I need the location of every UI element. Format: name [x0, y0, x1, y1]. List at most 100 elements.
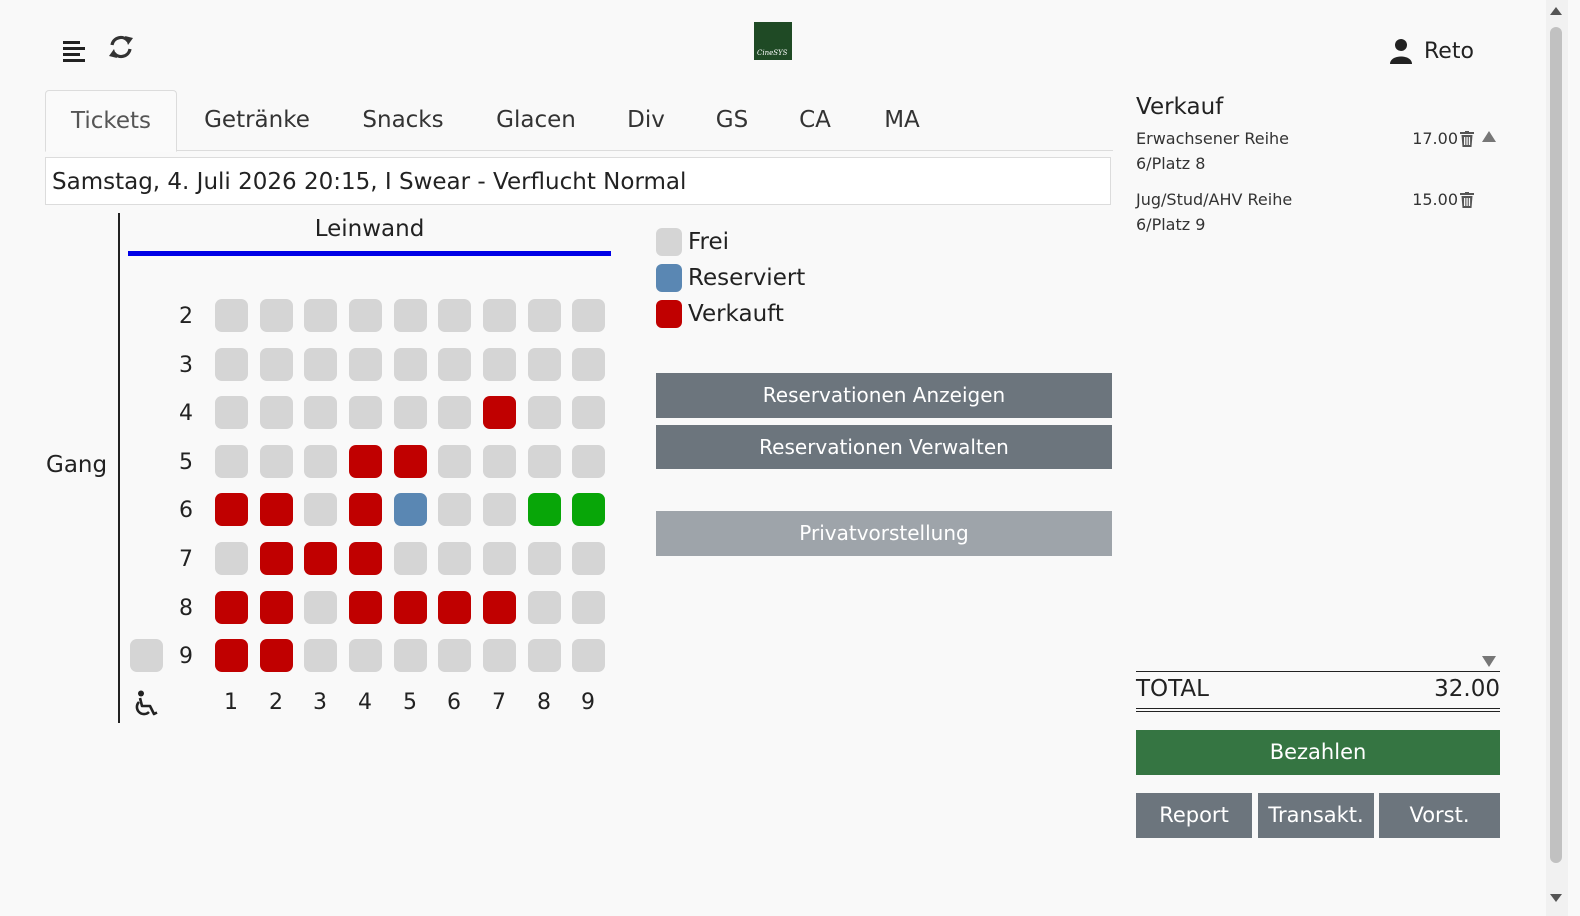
seat-free[interactable] [438, 445, 471, 478]
seat-free[interactable] [394, 348, 427, 381]
seat-free[interactable] [349, 348, 382, 381]
seat-free[interactable] [438, 493, 471, 526]
tab-div[interactable]: Div [617, 90, 675, 150]
scrollbar-thumb[interactable] [1550, 27, 1562, 863]
seat-free[interactable] [394, 639, 427, 672]
seat-free[interactable] [438, 639, 471, 672]
seat-free[interactable] [260, 396, 293, 429]
seat-free[interactable] [572, 396, 605, 429]
seat-free[interactable] [394, 396, 427, 429]
seat-free[interactable] [394, 542, 427, 575]
seat-free[interactable] [572, 591, 605, 624]
seat-reserved[interactable] [394, 493, 427, 526]
seat-sold[interactable] [394, 445, 427, 478]
seat-free[interactable] [304, 445, 337, 478]
shows-button[interactable]: Vorst. [1379, 793, 1500, 838]
pay-button[interactable]: Bezahlen [1136, 730, 1500, 775]
seat-free[interactable] [572, 639, 605, 672]
total-underline [1136, 711, 1500, 712]
seat-sold[interactable] [349, 542, 382, 575]
seat-free[interactable] [304, 299, 337, 332]
show-selector[interactable]: Samstag, 4. Juli 2026 20:15, I Swear - V… [45, 157, 1111, 205]
seat-sold[interactable] [215, 493, 248, 526]
seat-selected[interactable] [572, 493, 605, 526]
scrollbar-down-arrow-icon[interactable] [1549, 893, 1563, 903]
seat-free[interactable] [572, 299, 605, 332]
seat-free[interactable] [438, 542, 471, 575]
seat-free[interactable] [572, 445, 605, 478]
report-button[interactable]: Report [1136, 793, 1252, 838]
seat-free[interactable] [483, 542, 516, 575]
seat-free[interactable] [483, 445, 516, 478]
tab-tickets[interactable]: Tickets [45, 90, 177, 152]
seat-free[interactable] [215, 299, 248, 332]
user-menu[interactable]: Reto [1390, 34, 1474, 68]
seat-sold[interactable] [483, 591, 516, 624]
tab-ca[interactable]: CA [787, 90, 843, 150]
seat-sold[interactable] [215, 591, 248, 624]
seat-sold[interactable] [483, 396, 516, 429]
seat-free[interactable] [260, 299, 293, 332]
tab-gs[interactable]: GS [705, 90, 759, 150]
seat-free[interactable] [528, 445, 561, 478]
seat-free[interactable] [528, 639, 561, 672]
seat-free[interactable] [349, 299, 382, 332]
seat-free[interactable] [215, 542, 248, 575]
tab-getraenke[interactable]: Getränke [195, 90, 319, 150]
seat-free[interactable] [304, 493, 337, 526]
wheelchair-seat[interactable] [130, 639, 163, 672]
seat-free[interactable] [215, 396, 248, 429]
tab-glacen[interactable]: Glacen [485, 90, 587, 150]
seat-free[interactable] [572, 542, 605, 575]
seat-sold[interactable] [349, 445, 382, 478]
seat-free[interactable] [528, 348, 561, 381]
seat-free[interactable] [483, 493, 516, 526]
seat-sold[interactable] [215, 639, 248, 672]
seat-free[interactable] [483, 639, 516, 672]
seat-sold[interactable] [260, 639, 293, 672]
seat-free[interactable] [260, 348, 293, 381]
show-reservations-button[interactable]: Reservationen Anzeigen [656, 373, 1112, 418]
seat-free[interactable] [528, 542, 561, 575]
seat-free[interactable] [394, 299, 427, 332]
seat-sold[interactable] [349, 493, 382, 526]
tab-ma[interactable]: MA [873, 90, 931, 150]
scrollbar-up-arrow-icon[interactable] [1549, 6, 1563, 16]
tab-snacks[interactable]: Snacks [345, 90, 461, 150]
seat-free[interactable] [215, 348, 248, 381]
seat-free[interactable] [215, 445, 248, 478]
seat-sold[interactable] [260, 542, 293, 575]
seat-free[interactable] [260, 445, 293, 478]
private-show-button[interactable]: Privatvorstellung [656, 511, 1112, 556]
seat-free[interactable] [349, 396, 382, 429]
trash-icon[interactable] [1460, 131, 1474, 147]
scroll-up-icon[interactable] [1482, 131, 1496, 143]
seat-sold[interactable] [304, 542, 337, 575]
seat-selected[interactable] [528, 493, 561, 526]
manage-reservations-button[interactable]: Reservationen Verwalten [656, 425, 1112, 469]
seat-free[interactable] [572, 348, 605, 381]
seat-sold[interactable] [260, 591, 293, 624]
transactions-button[interactable]: Transakt. [1258, 793, 1374, 838]
seat-free[interactable] [304, 591, 337, 624]
seat-free[interactable] [438, 348, 471, 381]
seat-free[interactable] [528, 396, 561, 429]
seat-free[interactable] [483, 299, 516, 332]
seat-sold[interactable] [260, 493, 293, 526]
refresh-icon[interactable] [106, 32, 136, 62]
menu-icon[interactable] [60, 34, 88, 64]
scroll-down-icon[interactable] [1482, 655, 1496, 667]
seat-free[interactable] [438, 396, 471, 429]
seat-free[interactable] [483, 348, 516, 381]
seat-free[interactable] [304, 639, 337, 672]
seat-free[interactable] [438, 299, 471, 332]
seat-free[interactable] [528, 591, 561, 624]
seat-free[interactable] [349, 639, 382, 672]
seat-sold[interactable] [349, 591, 382, 624]
seat-free[interactable] [528, 299, 561, 332]
seat-sold[interactable] [394, 591, 427, 624]
seat-free[interactable] [304, 348, 337, 381]
seat-free[interactable] [304, 396, 337, 429]
seat-sold[interactable] [438, 591, 471, 624]
trash-icon[interactable] [1460, 192, 1474, 208]
